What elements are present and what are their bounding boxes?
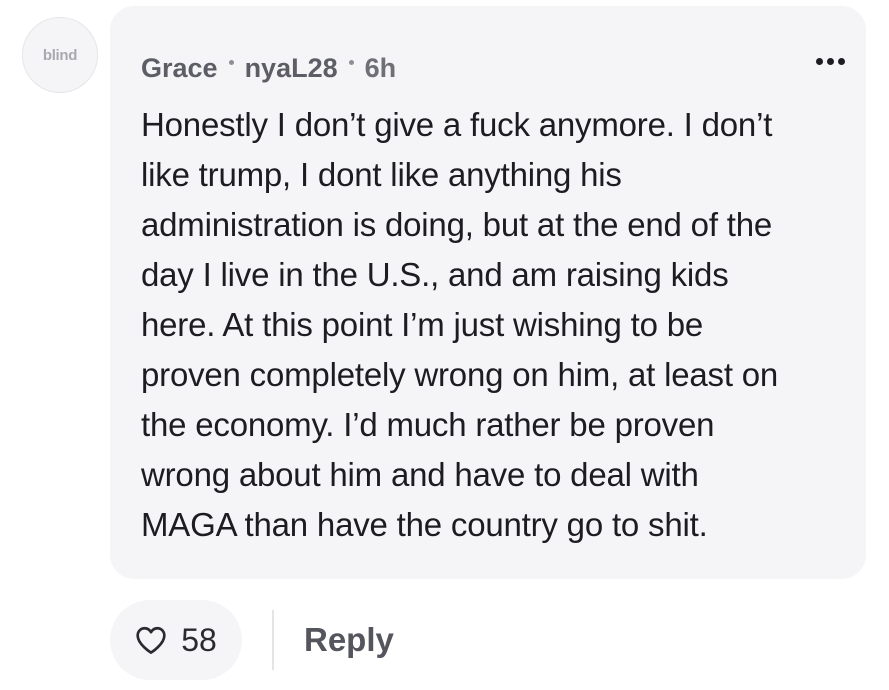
divider [272,610,274,670]
comment-time: 6h [364,52,397,83]
reply-button[interactable]: Reply [304,621,394,659]
separator-dot [348,59,354,65]
separator-dot [228,59,234,65]
avatar[interactable]: blind [22,17,98,93]
author-handle[interactable]: nyaL28 [245,53,338,84]
avatar-label: blind [42,46,78,64]
like-button[interactable]: 58 [110,600,242,680]
comment-actions: 58 Reply [110,600,394,680]
comment-text: Honestly I don’t give a fuck anymore. I … [141,106,779,543]
more-horizontal-icon[interactable] [816,58,845,65]
comment-meta: Grace nyaL28 6h [141,48,826,88]
like-count: 58 [181,621,217,658]
comment-bubble: Grace nyaL28 6h Honestly I don’t give a … [110,6,866,579]
heart-icon [136,626,166,655]
author-name[interactable]: Grace [141,53,218,84]
